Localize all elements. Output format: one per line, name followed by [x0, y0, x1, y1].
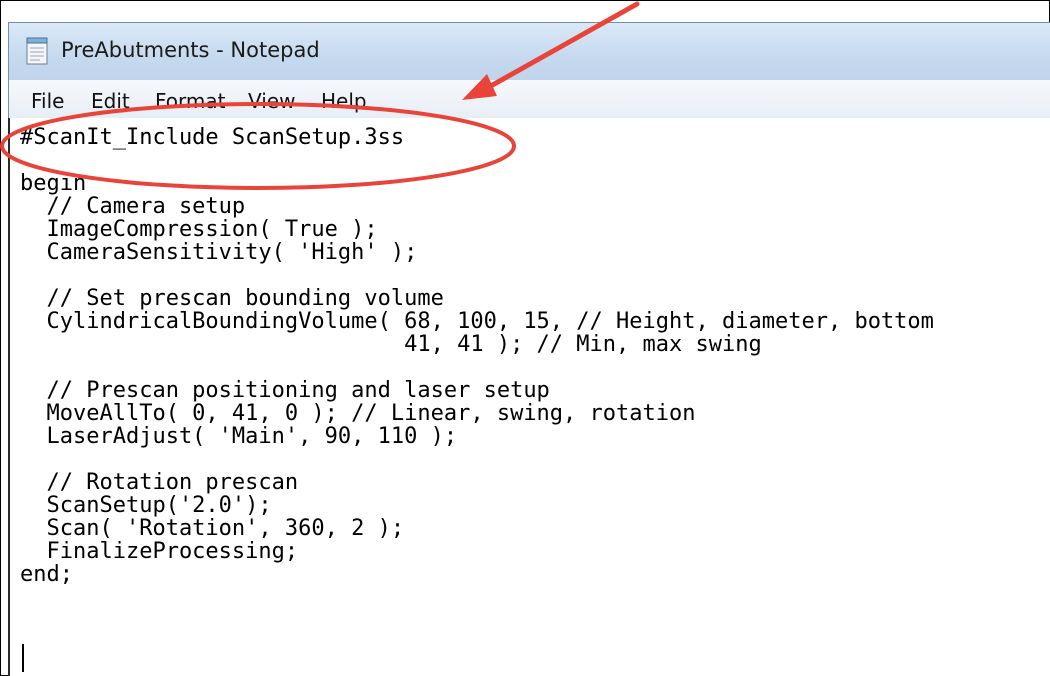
menu-edit[interactable]: Edit	[91, 89, 130, 113]
text-editor-area[interactable]: #ScanIt_Include ScanSetup.3ss begin // C…	[8, 118, 1050, 676]
menu-file[interactable]: File	[31, 89, 64, 113]
code-line: // Set prescan bounding volume	[20, 286, 444, 311]
code-line: // Rotation prescan	[20, 470, 299, 495]
code-line: CameraSensitivity( 'High' );	[20, 240, 418, 265]
menu-help[interactable]: Help	[321, 89, 367, 113]
code-line: #ScanIt_Include ScanSetup.3ss	[20, 125, 405, 150]
code-line: ImageCompression( True );	[20, 217, 378, 242]
code-line: MoveAllTo( 0, 41, 0 ); // Linear, swing,…	[20, 401, 696, 426]
code-line: begin	[20, 171, 87, 196]
code-line: 41, 41 ); // Min, max swing	[20, 332, 762, 357]
title-bar: PreAbutments - Notepad	[8, 22, 1050, 81]
code-line: // Prescan positioning and laser setup	[20, 378, 550, 403]
code-line: // Camera setup	[20, 194, 246, 219]
code-line: ScanSetup('2.0');	[20, 493, 272, 518]
code-line: FinalizeProcessing;	[20, 539, 299, 564]
menu-view[interactable]: View	[248, 89, 295, 113]
window-title: PreAbutments - Notepad	[61, 38, 320, 62]
menu-bar: File Edit Format View Help	[8, 80, 1050, 119]
code-line: end;	[20, 562, 73, 587]
code-line: Scan( 'Rotation', 360, 2 );	[20, 516, 405, 541]
notepad-icon	[26, 37, 48, 65]
code-line: LaserAdjust( 'Main', 90, 110 );	[20, 424, 458, 449]
text-caret	[22, 644, 24, 672]
code-text[interactable]: #ScanIt_Include ScanSetup.3ss begin // C…	[20, 126, 934, 586]
code-line: CylindricalBoundingVolume( 68, 100, 15, …	[20, 309, 934, 334]
menu-format[interactable]: Format	[155, 89, 225, 113]
